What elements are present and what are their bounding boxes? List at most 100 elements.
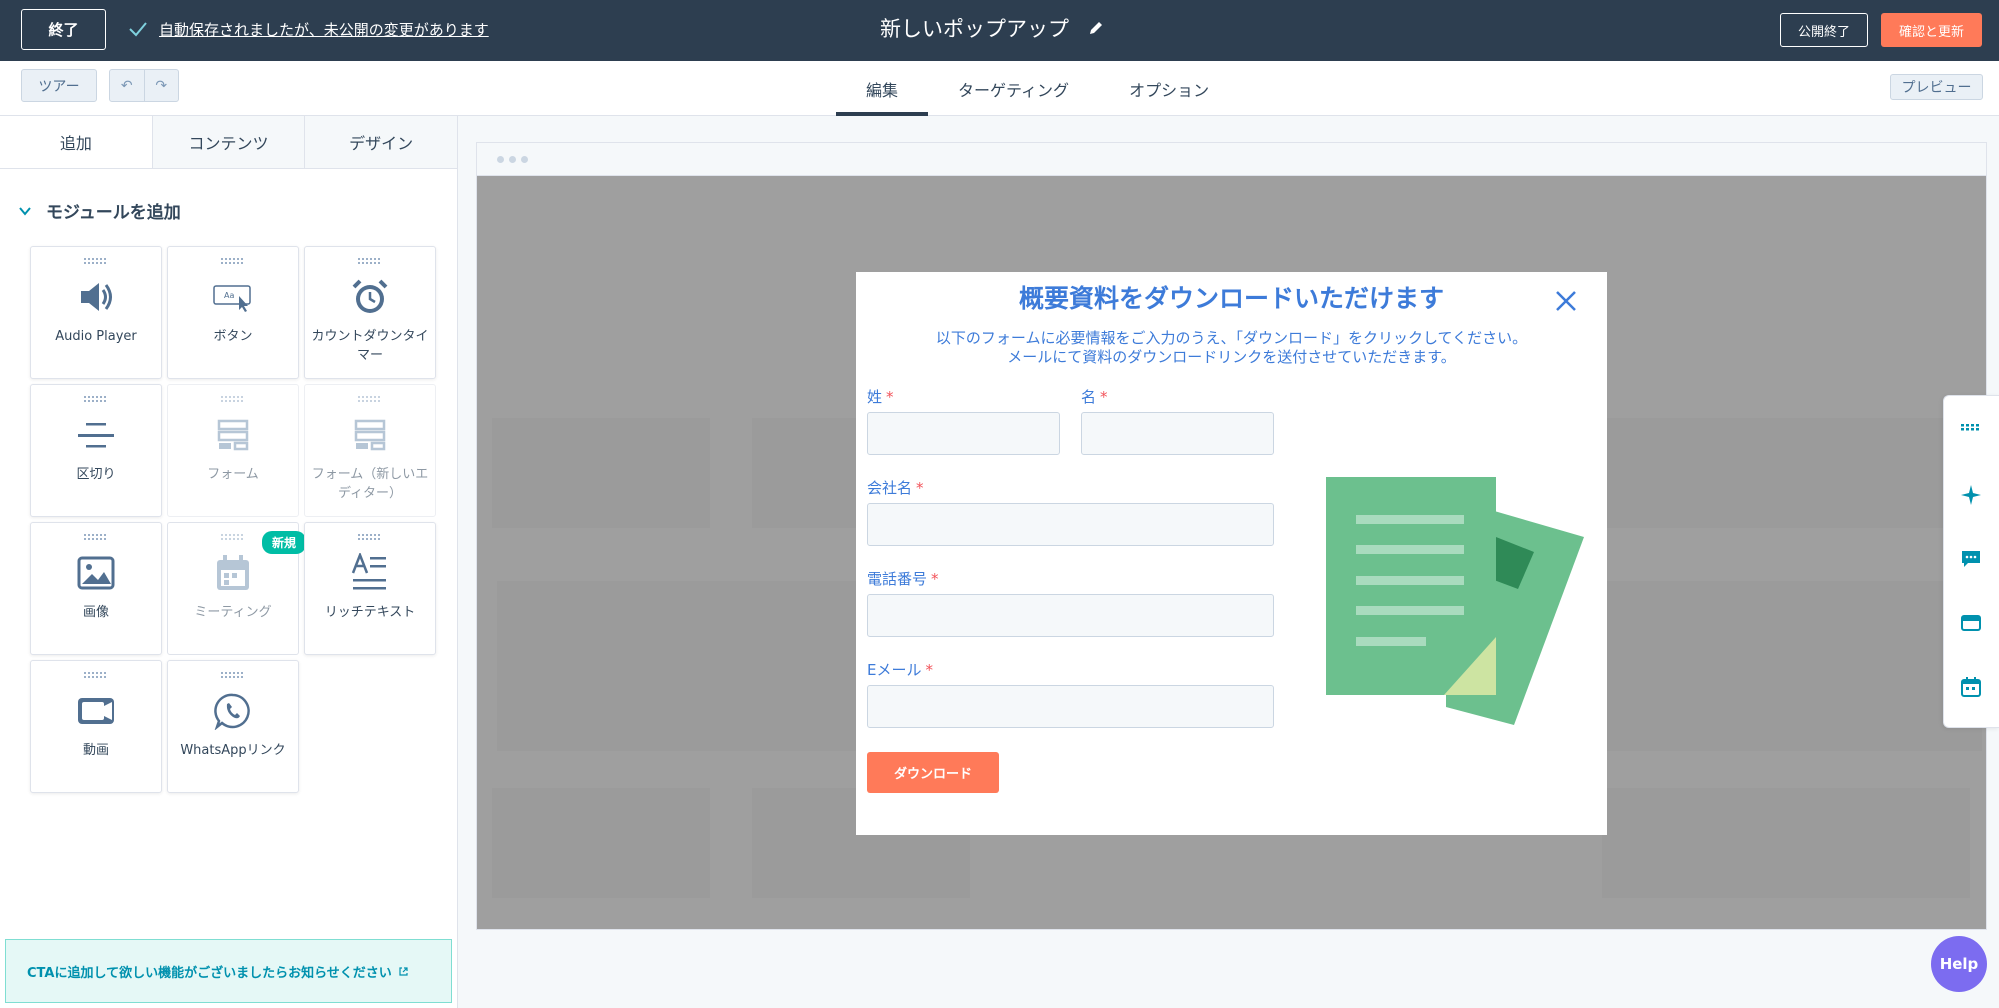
module-form-new-editor: フォーム（新しいエディター）: [304, 384, 436, 517]
email-label: Eメール *: [867, 661, 933, 679]
preview-button[interactable]: プレビュー: [1890, 74, 1983, 100]
undo-redo-group: ↶ ↷: [109, 69, 179, 102]
undo-icon[interactable]: ↶: [110, 70, 145, 101]
module-label: リッチテキスト: [324, 605, 416, 620]
module-label: ボタン: [213, 329, 253, 344]
module-label: ミーティング: [194, 605, 272, 620]
main-tabs: 編集 ターゲティング オプション: [836, 61, 1239, 116]
calendar-icon: [211, 551, 255, 595]
autosave-link[interactable]: 自動保存されましたが、未公開の変更があります: [159, 19, 489, 40]
download-button[interactable]: ダウンロード: [867, 752, 999, 793]
module-label: WhatsAppリンク: [180, 743, 286, 758]
form-icon: [348, 413, 392, 457]
first-name-label: 名 *: [1081, 388, 1108, 406]
editor-toolbar: ツアー ↶ ↷ 編集 ターゲティング オプション プレビュー: [0, 61, 1999, 116]
section-title: モジュールを追加: [46, 203, 181, 223]
drag-handle-icon: [221, 534, 243, 540]
drag-handle-icon: [221, 396, 243, 402]
last-name-field[interactable]: [867, 412, 1060, 455]
chevron-down-icon: [19, 206, 31, 216]
module-audio-player[interactable]: Audio Player: [30, 246, 162, 379]
svg-text:Aa: Aa: [224, 291, 234, 300]
module-meeting: ミーティング 新規: [167, 522, 306, 655]
right-tool-rail: [1943, 395, 1999, 728]
module-countdown-timer[interactable]: カウントダウンタイマー: [304, 246, 436, 379]
browser-frame-bar: [477, 143, 1986, 176]
tab-targeting[interactable]: ターゲティング: [928, 61, 1099, 116]
phone-label: 電話番号 *: [867, 570, 939, 588]
divider-icon: [74, 413, 118, 457]
description-line: メールにて資料のダウンロードリンクを送付させていただきます。: [1007, 348, 1456, 366]
drag-handle-icon: [84, 396, 106, 402]
module-button[interactable]: Aa ボタン: [167, 246, 299, 379]
autosave-status: 自動保存されましたが、未公開の変更があります: [127, 18, 489, 40]
whatsapp-icon: [211, 689, 255, 733]
module-label: 動画: [82, 743, 109, 758]
top-bar: 終了 自動保存されましたが、未公開の変更があります 新しいポップアップ 公開終了…: [0, 0, 1999, 61]
alarm-clock-icon: [348, 275, 392, 319]
sidebar-tabs: 追加 コンテンツ デザイン: [0, 116, 458, 169]
new-badge: 新規: [261, 531, 306, 554]
sidebar-tab-add[interactable]: 追加: [0, 116, 153, 168]
module-grid: Audio Player Aa ボタン カウントダウンタイマー 区切り フォーム…: [30, 246, 436, 793]
frame-dot: [521, 155, 528, 163]
module-video[interactable]: 動画: [30, 660, 162, 793]
redo-icon[interactable]: ↷: [145, 70, 179, 101]
module-whatsapp-link[interactable]: WhatsAppリンク: [167, 660, 299, 793]
help-button[interactable]: Help: [1931, 936, 1987, 992]
first-name-field[interactable]: [1081, 412, 1274, 455]
frame-dot: [509, 155, 516, 163]
tour-button[interactable]: ツアー: [21, 69, 97, 102]
drag-handle-icon: [84, 672, 106, 678]
module-label: フォーム（新しいエディター）: [311, 467, 429, 501]
module-label: 区切り: [76, 467, 116, 482]
exit-button[interactable]: 終了: [21, 9, 106, 50]
grid-dots-icon[interactable]: [1960, 416, 1982, 438]
drag-handle-icon: [358, 534, 380, 540]
sidebar-tab-design[interactable]: デザイン: [305, 116, 458, 168]
pencil-icon[interactable]: [1087, 19, 1105, 37]
tab-edit[interactable]: 編集: [836, 61, 929, 116]
module-label: カウントダウンタイマー: [311, 329, 429, 363]
popup-preview[interactable]: 概要資料をダウンロードいただけます 以下のフォームに必要情報をご入力のうえ、「ダ…: [856, 272, 1607, 835]
drag-handle-icon: [358, 396, 380, 402]
drag-handle-icon: [84, 534, 106, 540]
notice-text: CTAに追加して欲しい機能がございましたらお知らせください: [27, 965, 392, 981]
review-update-button[interactable]: 確認と更新: [1881, 13, 1982, 47]
image-icon: [74, 551, 118, 595]
browser-window-icon[interactable]: [1960, 612, 1982, 634]
popup-description: 以下のフォームに必要情報をご入力のうえ、「ダウンロード」をクリックしてください。…: [856, 329, 1607, 367]
close-icon[interactable]: [1555, 290, 1577, 312]
add-module-section-toggle[interactable]: モジュールを追加: [18, 198, 181, 223]
rich-text-icon: [348, 551, 392, 595]
email-field[interactable]: [867, 685, 1274, 728]
module-label: 画像: [82, 605, 109, 620]
button-cursor-icon: Aa: [211, 275, 255, 319]
chat-icon[interactable]: [1960, 548, 1982, 570]
sparkle-icon[interactable]: [1960, 484, 1982, 506]
module-label: フォーム: [207, 467, 259, 482]
company-field[interactable]: [867, 503, 1274, 546]
company-label: 会社名 *: [867, 479, 924, 497]
calendar-icon[interactable]: [1960, 676, 1982, 698]
sidebar: 追加 コンテンツ デザイン モジュールを追加 Audio Player Aa ボ…: [0, 116, 458, 1008]
feedback-notice[interactable]: CTAに追加して欲しい機能がございましたらお知らせください: [5, 939, 452, 1003]
check-icon: [129, 22, 147, 37]
last-name-label: 姓 *: [867, 388, 894, 406]
phone-field[interactable]: [867, 594, 1274, 637]
unpublish-button[interactable]: 公開終了: [1780, 13, 1868, 47]
module-divider[interactable]: 区切り: [30, 384, 162, 517]
drag-handle-icon: [221, 672, 243, 678]
external-link-icon: [399, 966, 408, 976]
form-icon: [211, 413, 255, 457]
module-label: Audio Player: [55, 329, 137, 344]
page-title: 新しいポップアップ: [880, 17, 1069, 41]
sidebar-tab-contents[interactable]: コンテンツ: [152, 116, 306, 168]
title-group: 新しいポップアップ: [880, 13, 1105, 43]
module-rich-text[interactable]: リッチテキスト: [304, 522, 436, 655]
module-form: フォーム: [167, 384, 299, 517]
drag-handle-icon: [84, 258, 106, 264]
tab-options[interactable]: オプション: [1099, 61, 1239, 116]
module-image[interactable]: 画像: [30, 522, 162, 655]
video-camera-icon: [74, 689, 118, 733]
